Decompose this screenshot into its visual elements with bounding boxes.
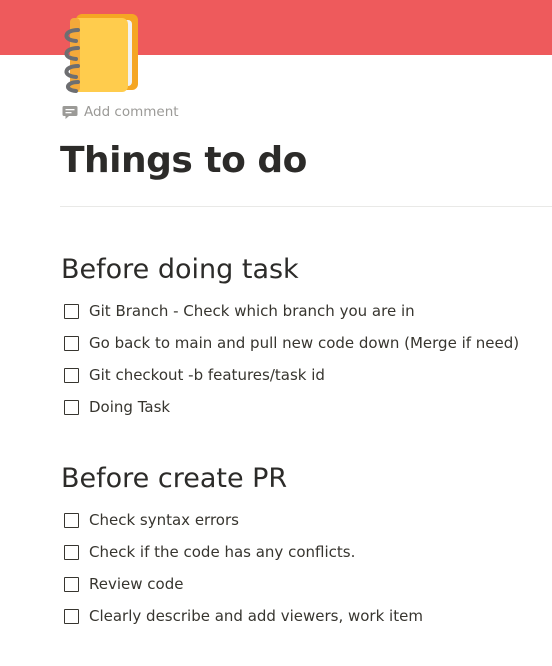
todo-text[interactable]: Review code	[89, 575, 183, 593]
page-title[interactable]: Things to do	[60, 136, 307, 186]
title-divider	[60, 206, 552, 207]
comment-icon	[62, 105, 78, 120]
todo-item: Git Branch - Check which branch you are …	[64, 295, 552, 327]
todo-text[interactable]: Git checkout -b features/task id	[89, 366, 325, 384]
todo-checkbox[interactable]	[64, 576, 79, 592]
add-comment-label: Add comment	[84, 104, 179, 120]
section-heading-before-create-pr[interactable]: Before create PR	[61, 461, 287, 497]
todo-item: Go back to main and pull new code down (…	[64, 327, 552, 359]
todo-text[interactable]: Git Branch - Check which branch you are …	[89, 302, 415, 320]
todo-list-before-create-pr: Check syntax errors Check if the code ha…	[64, 504, 552, 632]
todo-text[interactable]: Clearly describe and add viewers, work i…	[89, 607, 423, 625]
add-comment-button[interactable]: Add comment	[62, 104, 179, 120]
todo-item: Git checkout -b features/task id	[64, 359, 552, 391]
todo-checkbox[interactable]	[64, 544, 79, 560]
todo-item: Doing Task	[64, 391, 552, 423]
notebook-icon[interactable]	[56, 10, 140, 94]
todo-text[interactable]: Doing Task	[89, 398, 170, 416]
todo-checkbox[interactable]	[64, 399, 79, 415]
page: Add comment Things to do Before doing ta…	[0, 0, 552, 666]
todo-checkbox[interactable]	[64, 335, 79, 351]
todo-list-before-doing-task: Git Branch - Check which branch you are …	[64, 295, 552, 423]
todo-checkbox[interactable]	[64, 303, 79, 319]
todo-checkbox[interactable]	[64, 367, 79, 383]
todo-item: Review code	[64, 568, 552, 600]
section-heading-before-doing-task[interactable]: Before doing task	[61, 252, 299, 288]
todo-checkbox[interactable]	[64, 512, 79, 528]
todo-text[interactable]: Check syntax errors	[89, 511, 239, 529]
todo-item: Check syntax errors	[64, 504, 552, 536]
todo-item: Check if the code has any conflicts.	[64, 536, 552, 568]
todo-checkbox[interactable]	[64, 608, 79, 624]
todo-text[interactable]: Go back to main and pull new code down (…	[89, 334, 519, 352]
todo-item: Clearly describe and add viewers, work i…	[64, 600, 552, 632]
todo-text[interactable]: Check if the code has any conflicts.	[89, 543, 355, 561]
